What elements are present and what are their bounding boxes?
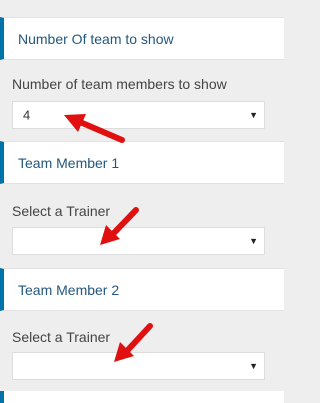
section-header-team-count[interactable]: Number Of team to show <box>0 17 284 60</box>
team-count-value: 4 <box>23 107 31 123</box>
red-arrow-icon <box>114 323 153 362</box>
chevron-down-icon: ▼ <box>249 361 258 371</box>
next-section-header <box>0 391 284 403</box>
section-title: Team Member 2 <box>18 281 120 298</box>
chevron-down-icon: ▼ <box>249 110 258 120</box>
red-arrow-icon <box>100 207 139 245</box>
section-header-team-member-2[interactable]: Team Member 2 <box>0 268 284 311</box>
team-count-label: Number of team members to show <box>12 76 227 92</box>
section-title: Team Member 1 <box>18 154 120 171</box>
section-title: Number Of team to show <box>18 30 174 47</box>
trainer-label-2: Select a Trainer <box>12 329 111 345</box>
chevron-down-icon: ▼ <box>249 236 258 246</box>
red-arrow-icon <box>64 114 125 143</box>
team-count-select[interactable]: 4 ▼ <box>12 101 265 129</box>
section-header-team-member-1[interactable]: Team Member 1 <box>0 141 284 184</box>
